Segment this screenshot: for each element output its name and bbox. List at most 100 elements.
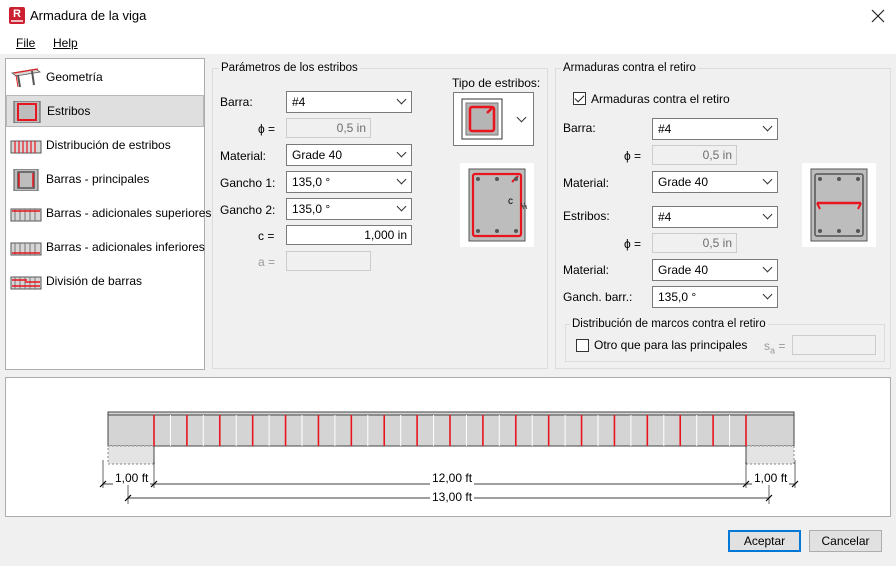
- c-value: 1,000 in: [364, 228, 407, 242]
- stirrup-type-icon: [461, 98, 503, 140]
- chevron-down-icon: [762, 121, 773, 132]
- retiro-gancho-select[interactable]: 135,0 °: [652, 286, 778, 308]
- otro-checkbox[interactable]: [576, 339, 589, 352]
- gancho2-select[interactable]: 135,0 °: [286, 198, 412, 220]
- barra-value: #4: [292, 95, 306, 109]
- chevron-down-icon: [762, 262, 773, 273]
- a-label: a =: [258, 255, 276, 269]
- retiro-checkbox-label: Armaduras contra el retiro: [591, 92, 730, 106]
- chevron-down-icon: [762, 289, 773, 300]
- c-dimension-label: c: [508, 196, 513, 207]
- menu-help-label: Help: [53, 36, 78, 50]
- chevron-down-icon: [396, 201, 407, 212]
- nav-item-distribucion[interactable]: Distribución de estribos: [6, 129, 204, 161]
- otro-label: Otro que para las principales: [594, 338, 748, 352]
- c-input[interactable]: 1,000 in: [286, 225, 412, 245]
- retiro-barra-value: #4: [658, 122, 672, 136]
- retiro-phi1-label: ϕ =: [624, 149, 642, 163]
- cancel-button[interactable]: Cancelar: [809, 530, 882, 552]
- chevron-down-icon: [762, 174, 773, 185]
- total-dimension: 13,00 ft: [430, 490, 475, 504]
- top-bars-icon: [10, 208, 42, 222]
- nav-item-barras-superiores[interactable]: Barras - adicionales superiores: [6, 197, 211, 229]
- retiro-material1-select[interactable]: Grade 40: [652, 171, 778, 193]
- retiro-phi1-field: 0,5 in: [652, 145, 737, 165]
- phi-value: 0,5 in: [336, 121, 366, 135]
- retiro-estribos-label: Estribos:: [563, 209, 610, 223]
- app-logo-icon: R: [9, 7, 25, 24]
- window-title: Armadura de la viga: [30, 8, 147, 23]
- retiro-barra-select[interactable]: #4: [652, 118, 778, 140]
- chevron-down-icon: [396, 147, 407, 158]
- sa-label: sa =: [764, 339, 785, 355]
- close-button[interactable]: [864, 4, 892, 28]
- bar-division-icon: [10, 276, 42, 290]
- retiro-phi1-value: 0,5 in: [702, 148, 732, 162]
- material-value: Grade 40: [292, 148, 343, 162]
- gancho1-label: Gancho 1:: [220, 176, 276, 190]
- close-icon: [871, 9, 885, 23]
- retiro-estribos-select[interactable]: #4: [652, 206, 778, 228]
- accept-button[interactable]: Aceptar: [728, 530, 801, 552]
- menu-file-label: File: [16, 36, 36, 50]
- retiro-material2-select[interactable]: Grade 40: [652, 259, 778, 281]
- phi-label: ϕ =: [258, 122, 276, 136]
- nav-item-barras-inferiores[interactable]: Barras - adicionales inferiores: [6, 231, 205, 263]
- right-support-dimension: 1,00 ft: [752, 471, 790, 485]
- nav-item-geometria[interactable]: Geometría: [6, 61, 204, 93]
- stirrup-params-title: Parámetros de los estribos: [219, 62, 360, 74]
- chevron-down-icon: [516, 112, 527, 123]
- nav-label: Estribos: [47, 104, 91, 118]
- geometry-icon: [11, 68, 41, 88]
- retiro-barra-label: Barra:: [563, 121, 596, 135]
- menu-bar: [0, 32, 896, 54]
- left-support-dimension: 1,00 ft: [113, 471, 151, 485]
- nav-label: Barras - adicionales superiores: [46, 206, 212, 220]
- gancho2-value: 135,0 °: [292, 202, 331, 216]
- retiro-checkbox[interactable]: [573, 92, 586, 105]
- phi-field: 0,5 in: [286, 118, 371, 138]
- retiro-gancho-label: Ganch. barr.:: [563, 290, 633, 304]
- a-field: [286, 251, 371, 271]
- material-label: Material:: [220, 149, 267, 163]
- retiro-section-drawing: [810, 168, 868, 242]
- dist-title: Distribución de marcos contra el retiro: [570, 318, 768, 330]
- sa-label-eq: =: [775, 339, 786, 353]
- material-select[interactable]: Grade 40: [286, 144, 412, 166]
- stirrup-type-select[interactable]: [453, 92, 534, 146]
- nav-label: Distribución de estribos: [46, 138, 171, 152]
- menu-help[interactable]: Help: [53, 36, 78, 50]
- stirrup-type-label: Tipo de estribos:: [452, 76, 541, 90]
- c-label: c =: [258, 229, 275, 243]
- gancho1-value: 135,0 °: [292, 175, 331, 189]
- menu-file[interactable]: File: [16, 36, 35, 50]
- sa-field: [792, 335, 876, 355]
- nav-item-division[interactable]: División de barras: [6, 265, 204, 297]
- nav-item-barras-principales[interactable]: Barras - principales: [6, 163, 204, 195]
- stirrup-section-drawing: [468, 168, 528, 242]
- nav-panel: Geometría Estribos Distribución de estri…: [5, 58, 211, 370]
- nav-item-estribos[interactable]: Estribos: [6, 95, 204, 127]
- retiro-material1-value: Grade 40: [658, 175, 709, 189]
- nav-label: Barras - adicionales inferiores: [46, 240, 205, 254]
- span-dimension: 12,00 ft: [430, 471, 475, 485]
- barra-label: Barra:: [220, 95, 253, 109]
- bottom-bars-icon: [10, 242, 42, 256]
- stirrup-section-diagram: c: [460, 163, 534, 247]
- gancho1-select[interactable]: 135,0 °: [286, 171, 412, 193]
- nav-label: División de barras: [46, 274, 143, 288]
- chevron-down-icon: [762, 209, 773, 220]
- retiro-material2-label: Material:: [563, 263, 610, 277]
- nav-label: Geometría: [46, 70, 103, 84]
- stirrups-icon: [13, 101, 41, 123]
- retiro-title: Armaduras contra el retiro: [561, 62, 698, 74]
- retiro-material2-value: Grade 40: [658, 263, 709, 277]
- nav-label: Barras - principales: [46, 172, 150, 186]
- retiro-section-diagram: [802, 163, 876, 247]
- chevron-down-icon: [396, 94, 407, 105]
- retiro-estribos-value: #4: [658, 210, 672, 224]
- main-bars-icon: [13, 169, 39, 191]
- retiro-phi2-value: 0,5 in: [702, 236, 732, 250]
- barra-select[interactable]: #4: [286, 91, 412, 113]
- gancho2-label: Gancho 2:: [220, 203, 276, 217]
